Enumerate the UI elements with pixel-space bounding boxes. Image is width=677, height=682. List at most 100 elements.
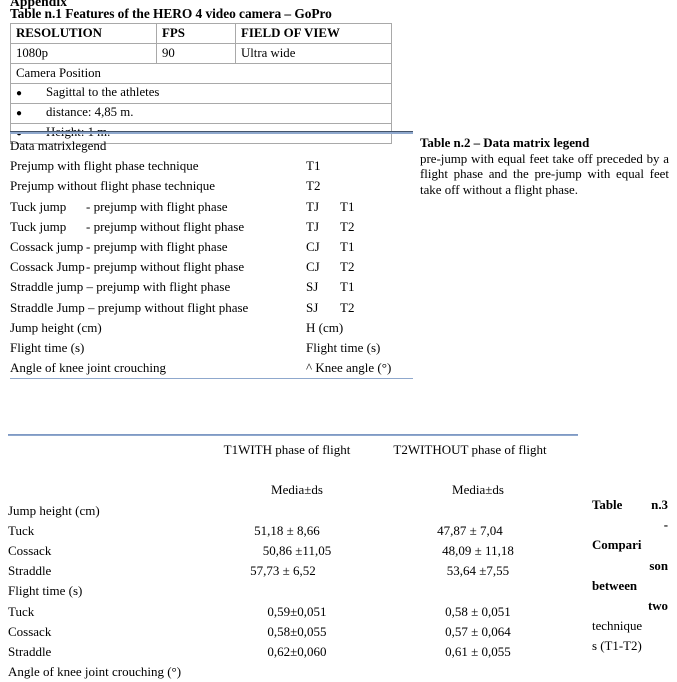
- table3-section-title-row: Angle of knee joint crouching (°): [8, 662, 578, 682]
- table1-caption: Table n.1 Features of the HERO 4 video c…: [10, 6, 332, 21]
- table3-cell-col2: 53,64 ±7,55: [446, 563, 510, 579]
- table3-cell-col2: 47,87 ± 7,04: [437, 522, 503, 538]
- list-item: Data matrixlegend: [10, 136, 413, 156]
- legend-row-code-primary: H (cm): [306, 319, 344, 335]
- table3-spacer: [8, 460, 578, 480]
- table-row: Cossack 0,58±0,055 0,57 ± 0,064: [8, 622, 578, 642]
- table-row-header: RESOLUTION FPS FIELD OF VIEW: [10, 23, 392, 44]
- table2-title: Table n.2 – Data matrix legend: [420, 136, 590, 150]
- table3-top-rule: [8, 434, 578, 436]
- table3-section-title: Angle of knee joint crouching (°): [8, 664, 182, 680]
- legend-row: Tuck jump - prejump with flight phase TJ T1: [10, 197, 413, 217]
- legend-row-label: Cossack Jump: [10, 259, 85, 275]
- legend-row: Straddle jump – prejump with flight phas…: [10, 277, 413, 297]
- legend-row: Flight time (s) Flight time (s): [10, 338, 413, 358]
- legend-row-label: Prejump without flight phase technique: [10, 178, 216, 194]
- table3-row-label: Straddle: [8, 563, 52, 579]
- legend-row-code-primary: SJ: [306, 279, 319, 295]
- bullet-icon: ●: [16, 108, 23, 119]
- legend-row-code-primary: CJ: [306, 238, 320, 254]
- table-row: Cossack 50,86 ±11,05 48,09 ± 11,18: [8, 541, 578, 561]
- legend-row-label: Straddle jump – prejump with flight phas…: [10, 279, 231, 295]
- legend-row-code-primary: SJ: [306, 299, 319, 315]
- table3-section-title-row: Flight time (s): [8, 581, 578, 601]
- legend-row-label-secondary: - prejump without flight phase: [86, 259, 245, 275]
- table3-caption-line: -: [663, 518, 668, 533]
- legend-row-code-primary: T1: [306, 158, 321, 174]
- table3-cell-col1: 0,58±0,055: [267, 623, 327, 639]
- legend-row-label: Cossack jump: [10, 238, 84, 254]
- table-row-bullet: ● Sagittal to the athletes: [10, 83, 392, 104]
- legend-row-code-secondary: T1: [340, 238, 355, 254]
- table3-cell-col1: 57,73 ± 6,52: [250, 563, 316, 579]
- table3-caption-line: two: [647, 599, 668, 614]
- legend-row-code-secondary: T2: [340, 259, 355, 275]
- table-row-bullet: ● distance: 4,85 m.: [10, 103, 392, 124]
- legend-row-code-secondary: T2: [340, 218, 355, 234]
- legend-row-code-primary: TJ: [306, 218, 319, 234]
- table3-subheader-row: Media±ds Media±ds: [8, 480, 578, 500]
- legend-row: Prejump with flight phase technique T1: [10, 156, 413, 176]
- table3-header-col1: T1WITH phase of flight: [223, 442, 351, 457]
- table2-body: pre-jump with equal feet take off preced…: [420, 151, 669, 197]
- table3-header-col2: T2WITHOUT phase of flight: [393, 442, 547, 457]
- table-row: Tuck 0,59±0,051 0,58 ± 0,051: [8, 602, 578, 622]
- table1-value-field-of-view: Ultra wide: [235, 43, 392, 64]
- legend-row-code-secondary: T2: [340, 299, 355, 315]
- legend-row: Jump height (cm) H (cm): [10, 318, 413, 338]
- table1-bullet-cell-1: ● distance: 4,85 m.: [10, 103, 392, 124]
- legend-row-label: Flight time (s): [10, 339, 85, 355]
- table3-row-label: Cossack: [8, 623, 52, 639]
- legend-row: Angle of knee joint crouching ^ Knee angl…: [10, 358, 413, 378]
- legend-row-code-secondary: T1: [340, 279, 355, 295]
- table3-cell-col2: 0,57 ± 0,064: [445, 623, 511, 639]
- table3-caption-line: son: [649, 558, 668, 573]
- table1-value-resolution: 1080p: [10, 43, 157, 64]
- legend-row: Cossack jump - prejump with flight phase C…: [10, 237, 413, 257]
- legend-row-label: Straddle Jump – prejump without flight p…: [10, 299, 249, 315]
- table3-subheader-col2: Media±ds: [452, 482, 504, 498]
- table1-header-fps: FPS: [156, 23, 236, 44]
- legend-row-code-primary: CJ: [306, 259, 320, 275]
- legend-row-label-secondary: - prejump without flight phase: [86, 218, 245, 234]
- data-matrix-legend-block: Data matrixlegend Prejump with flight ph…: [10, 131, 413, 380]
- camera-features-table: RESOLUTION FPS FIELD OF VIEW 1080p 90 Ul…: [10, 23, 392, 144]
- table1-bullet-text-1: distance: 4,85 m.: [46, 105, 134, 119]
- legend-row: Straddle Jump – prejump without flight p…: [10, 298, 413, 318]
- table-row: Tuck 51,18 ± 8,66 47,87 ± 7,04: [8, 521, 578, 541]
- table3-caption-line: between: [592, 578, 638, 593]
- table1-bullet-text-0: Sagittal to the athletes: [46, 85, 160, 99]
- table1-header-resolution: RESOLUTION: [10, 23, 157, 44]
- table2-legend-block: Table n.2 – Data matrix legend pre-jump …: [420, 136, 669, 198]
- table3-caption: Table n.3 - Compari son between two technique s…: [592, 495, 668, 657]
- table3-row-label: Cossack: [8, 542, 52, 558]
- table1-section-camera-position: Camera Position: [10, 63, 392, 84]
- legend-row-label: Prejump with flight phase technique: [10, 158, 199, 174]
- table1-bullet-cell-0: ● Sagittal to the athletes: [10, 83, 392, 104]
- table3-cell-col2: 0,58 ± 0,051: [445, 603, 511, 619]
- legend-rows: Data matrixlegend Prejump with flight ph…: [10, 134, 413, 378]
- legend-row-label: Tuck jump: [10, 218, 67, 234]
- legend-row-code-primary: Flight time (s): [306, 339, 381, 355]
- table1-value-fps: 90: [156, 43, 236, 64]
- legend-row-label: Jump height (cm): [10, 319, 102, 335]
- legend-row-code-primary: ^ Knee angle (°): [306, 360, 392, 376]
- table3-cell-col2: 0,61 ± 0,055: [445, 643, 511, 659]
- table-row: Straddle 57,73 ± 6,52 53,64 ±7,55: [8, 561, 578, 581]
- table3-section-title-row: Jump height (cm): [8, 501, 578, 521]
- bullet-icon: ●: [16, 88, 23, 99]
- legend-row-label: Angle of knee joint crouching: [10, 360, 166, 376]
- table3-caption-line: Compari: [592, 538, 642, 553]
- table1-container: RESOLUTION FPS FIELD OF VIEW 1080p 90 Ul…: [10, 23, 392, 144]
- legend-row: Tuck jump - prejump without flight phase T…: [10, 217, 413, 237]
- legend-row: Prejump without flight phase technique T2: [10, 176, 413, 196]
- table3-section-title: Jump height (cm): [8, 502, 100, 518]
- table3-subheader-col1: Media±ds: [271, 482, 323, 498]
- table3-section-title: Flight time (s): [8, 583, 83, 599]
- table3-cell-col1: 0,59±0,051: [267, 603, 327, 619]
- table3-header-row: T1WITH phase of flight T2WITHOUT phase of…: [8, 440, 578, 460]
- table3-comparison-table: T1WITH phase of flight T2WITHOUT phase of…: [8, 440, 578, 682]
- table3-caption-line: Table n.3: [592, 498, 668, 512]
- legend-bottom-rule: [10, 378, 413, 380]
- table3-row-label: Straddle: [8, 643, 52, 659]
